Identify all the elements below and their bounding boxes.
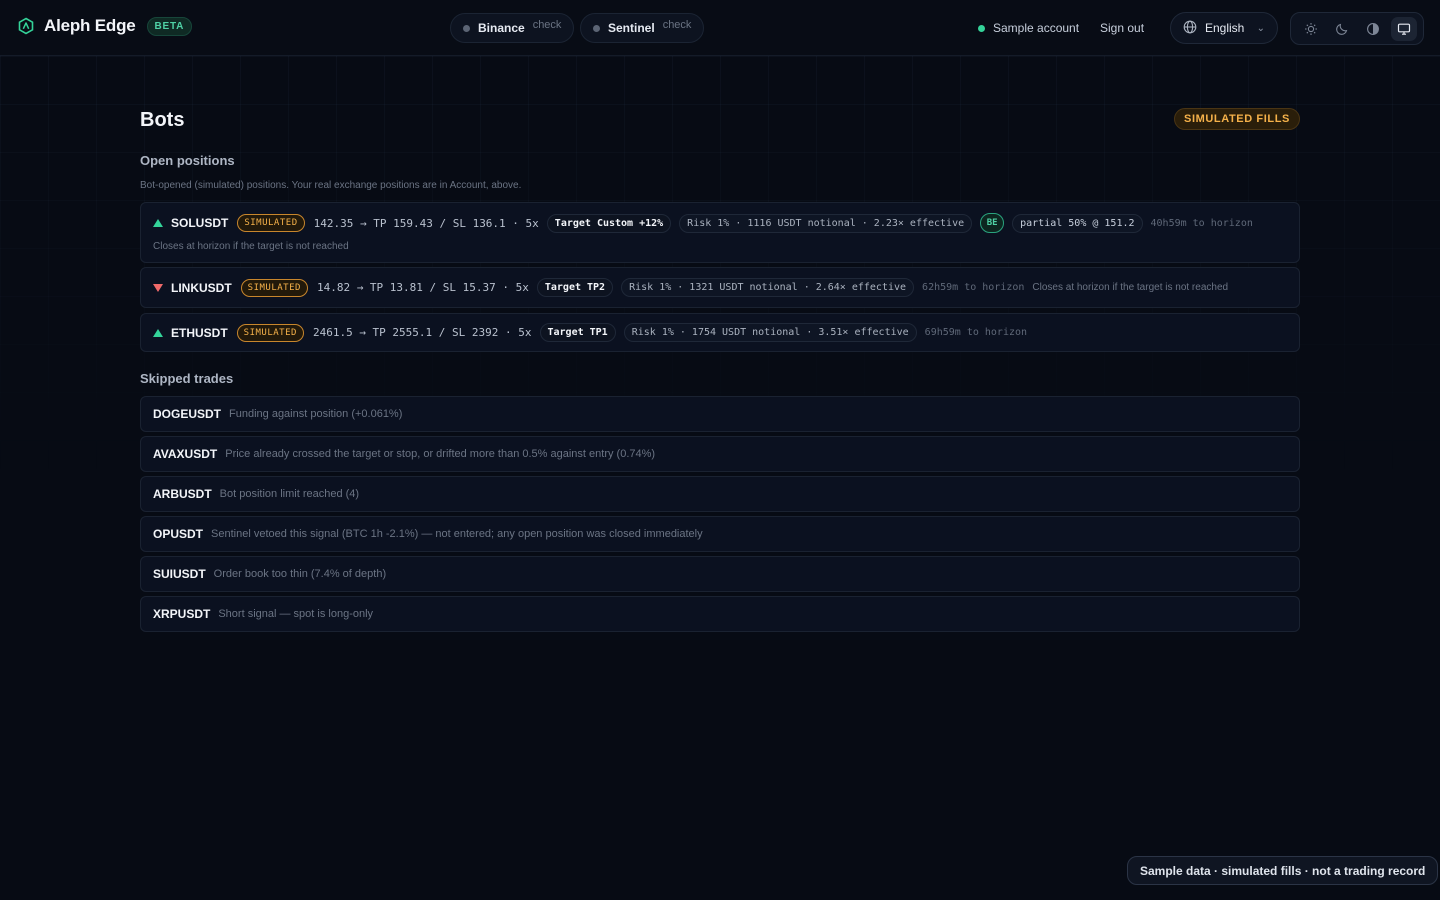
- brand[interactable]: Aleph Edge BETA: [17, 16, 193, 36]
- long-arrow-icon: [153, 219, 163, 227]
- open-positions-title: Open positions: [140, 153, 235, 168]
- target-chip: Target TP1: [539, 323, 616, 342]
- binance-state: check: [532, 19, 562, 31]
- position-levels: 142.35 → TP 159.43 / SL 136.1 · 5x: [313, 216, 539, 230]
- position-summary: LINKUSDT SIMULATED 14.82 → TP 13.81 / SL…: [153, 278, 1228, 297]
- beta-badge: BETA: [146, 16, 193, 36]
- simulated-fills-badge: SIMULATED FILLS: [1174, 108, 1300, 130]
- open-positions-subtitle: Bot-opened (simulated) positions. Your r…: [140, 180, 522, 191]
- account-status-dot: [978, 24, 985, 32]
- skipped-trade-row[interactable]: XRPUSDT Short signal — spot is long-only: [140, 596, 1300, 632]
- simulated-tag: SIMULATED: [240, 278, 308, 297]
- skip-reason: Funding against position (+0.061%): [229, 408, 403, 420]
- position-card[interactable]: LINKUSDT SIMULATED 14.82 → TP 13.81 / SL…: [140, 267, 1300, 308]
- horizon-countdown: 62h59m to horizon: [922, 282, 1025, 293]
- language-select[interactable]: English ⌄: [1170, 12, 1278, 44]
- globe-icon: [1183, 20, 1197, 37]
- position-summary: SOLUSDT SIMULATED 142.35 → TP 159.43 / S…: [153, 213, 1253, 233]
- skip-reason: Short signal — spot is long-only: [218, 608, 374, 620]
- risk-chip: Risk 1% · 1321 USDT notional · 2.64× eff…: [621, 278, 915, 297]
- short-arrow-icon: [153, 283, 163, 292]
- app-name: Aleph Edge: [44, 16, 136, 35]
- position-symbol: ETHUSDT: [171, 325, 228, 340]
- skipped-trade-row[interactable]: ARBUSDT Bot position limit reached (4): [140, 476, 1300, 512]
- position-levels: 14.82 → TP 13.81 / SL 15.37 · 5x: [316, 281, 529, 294]
- sentinel-state: check: [662, 19, 692, 31]
- skip-reason: Price already crossed the target or stop…: [225, 448, 656, 460]
- theme-switcher: [1290, 12, 1424, 45]
- page-title: Bots: [140, 109, 185, 131]
- skipped-trade-row[interactable]: DOGEUSDT Funding against position (+0.06…: [140, 396, 1300, 432]
- simulated-tag: SIMULATED: [236, 323, 304, 342]
- skipped-symbol: OPUSDT: [153, 527, 204, 541]
- horizon-countdown: 40h59m to horizon: [1150, 217, 1253, 229]
- contrast-theme-icon[interactable]: [1360, 17, 1386, 41]
- top-bar: Aleph Edge BETA Binance check Sentinel c…: [0, 0, 1440, 56]
- binance-status[interactable]: Binance check: [450, 13, 575, 43]
- skipped-trade-row[interactable]: SUIUSDT Order book too thin (7.4% of dep…: [140, 556, 1300, 592]
- language-value: English: [1205, 21, 1245, 35]
- position-levels: 2461.5 → TP 2555.1 / SL 2392 · 5x: [312, 326, 532, 339]
- skipped-symbol: DOGEUSDT: [153, 407, 222, 421]
- target-chip: Target TP2: [536, 278, 614, 297]
- breakeven-badge: BE: [980, 213, 1005, 233]
- skip-reason: Bot position limit reached (4): [219, 488, 360, 500]
- skipped-symbol: XRPUSDT: [153, 607, 211, 621]
- position-card[interactable]: ETHUSDT SIMULATED 2461.5 → TP 2555.1 / S…: [140, 313, 1300, 352]
- target-chip: Target Custom +12%: [546, 213, 672, 233]
- position-card[interactable]: SOLUSDT SIMULATED 142.35 → TP 159.43 / S…: [140, 202, 1300, 263]
- horizon-countdown: 69h59m to horizon: [924, 327, 1028, 338]
- position-symbol: SOLUSDT: [171, 216, 229, 230]
- position-symbol: LINKUSDT: [171, 280, 232, 295]
- skipped-symbol: AVAXUSDT: [153, 447, 218, 461]
- sentinel-label: Sentinel: [608, 21, 655, 35]
- simulated-tag: SIMULATED: [237, 214, 305, 232]
- risk-chip: Risk 1% · 1116 USDT notional · 2.23× eff…: [679, 213, 973, 233]
- binance-status-dot: [463, 24, 470, 32]
- light-theme-icon[interactable]: [1298, 17, 1324, 41]
- account-indicator[interactable]: Sample account: [978, 21, 1079, 35]
- aleph-logo-icon: [17, 17, 35, 35]
- skipped-trade-row[interactable]: OPUSDT Sentinel vetoed this signal (BTC …: [140, 516, 1300, 552]
- sentinel-status[interactable]: Sentinel check: [580, 13, 705, 43]
- chevron-down-icon: ⌄: [1256, 22, 1265, 34]
- sample-data-notice: Sample data · simulated fills · not a tr…: [1127, 856, 1439, 885]
- sentinel-status-dot: [593, 24, 600, 32]
- position-summary: ETHUSDT SIMULATED 2461.5 → TP 2555.1 / S…: [153, 323, 1027, 342]
- dark-theme-icon[interactable]: [1329, 17, 1355, 41]
- binance-label: Binance: [478, 21, 525, 35]
- sign-out-button[interactable]: Sign out: [1100, 21, 1144, 35]
- partial-chip: partial 50% @ 151.2: [1012, 213, 1143, 233]
- risk-chip: Risk 1% · 1754 USDT notional · 3.51× eff…: [623, 323, 917, 342]
- system-theme-icon[interactable]: [1390, 16, 1417, 41]
- skipped-trades-title: Skipped trades: [140, 371, 234, 386]
- skip-reason: Order book too thin (7.4% of depth): [213, 568, 387, 580]
- account-label: Sample account: [993, 21, 1080, 35]
- skipped-trade-row[interactable]: AVAXUSDT Price already crossed the targe…: [140, 436, 1300, 472]
- long-arrow-icon: [153, 328, 163, 337]
- position-note: Closes at horizon if the target is not r…: [153, 241, 349, 252]
- skip-reason: Sentinel vetoed this signal (BTC 1h -2.1…: [211, 528, 703, 540]
- skipped-symbol: SUIUSDT: [153, 567, 206, 581]
- skipped-symbol: ARBUSDT: [153, 487, 212, 501]
- position-note: Closes at horizon if the target is not r…: [1032, 282, 1229, 293]
